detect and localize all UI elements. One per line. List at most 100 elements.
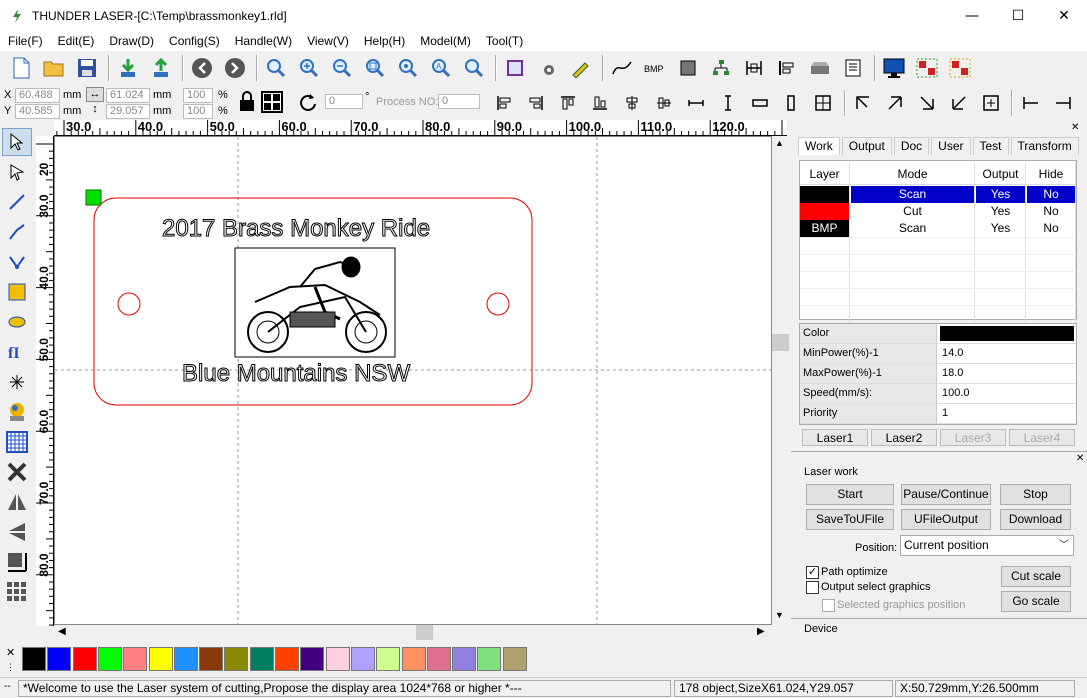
align-size-icon[interactable] — [739, 54, 769, 82]
node-edit-icon[interactable] — [2, 158, 32, 186]
redo-icon[interactable] — [220, 54, 250, 82]
panel-close-icon[interactable]: ✕ — [1071, 122, 1079, 133]
curve-icon[interactable] — [607, 54, 637, 82]
same-size-h-icon[interactable] — [745, 89, 774, 117]
color-swatch[interactable] — [173, 647, 198, 671]
horizontal-scrollbar[interactable]: ◀ ▶ — [54, 625, 772, 640]
corner-bottom-left-icon[interactable] — [944, 89, 973, 117]
property-value[interactable]: 1 — [940, 404, 1076, 423]
scale-x-field[interactable]: 100 — [183, 88, 213, 103]
layer-color-cell[interactable]: BMP — [800, 220, 850, 237]
drawing-canvas[interactable]: 2017 Brass Monkey Ride Blue Mountains NS… — [54, 136, 772, 625]
color-swatch[interactable] — [477, 647, 502, 671]
y-position-field[interactable]: 40.585 — [15, 104, 60, 119]
color-swatch[interactable] — [376, 647, 401, 671]
lock-ratio-icon[interactable] — [236, 90, 258, 114]
color-swatch[interactable] — [224, 647, 249, 671]
mirror-h-icon[interactable] — [2, 488, 32, 516]
laser-head-icon[interactable] — [2, 398, 32, 426]
rotate-angle-field[interactable]: 0 — [325, 94, 363, 109]
scroll-left-icon[interactable]: ◀ — [58, 626, 66, 637]
color-swatch[interactable] — [22, 647, 46, 671]
align-right-icon[interactable] — [522, 89, 551, 117]
grid-position-icon[interactable] — [260, 90, 284, 114]
path-optimize-checkbox[interactable]: ✓ — [806, 566, 819, 579]
width-lock-icon[interactable]: ↔ — [86, 87, 104, 102]
vertical-scrollbar[interactable]: ▲ ▼ — [772, 136, 789, 625]
edit-node-icon[interactable] — [566, 54, 596, 82]
menu-edit[interactable]: Edit(E) — [50, 34, 102, 48]
menu-config[interactable]: Config(S) — [161, 34, 227, 48]
align-vcenter-icon[interactable] — [618, 89, 647, 117]
tab-laser1[interactable]: Laser1 — [802, 429, 868, 446]
ellipse-tool-icon[interactable] — [2, 308, 32, 336]
color-swatch[interactable] — [300, 647, 325, 671]
width-field[interactable]: 61.024 — [106, 88, 150, 103]
export-icon[interactable] — [146, 54, 176, 82]
scroll-right-icon[interactable]: ▶ — [757, 626, 765, 637]
tab-doc[interactable]: Doc — [893, 137, 930, 155]
color-swatch[interactable] — [275, 647, 299, 671]
zoom-icon[interactable] — [459, 54, 489, 82]
align-hcenter-icon[interactable] — [649, 89, 678, 117]
dist-v-icon[interactable] — [1048, 89, 1077, 117]
output-select-checkbox[interactable] — [806, 581, 819, 594]
color-swatch[interactable] — [426, 647, 451, 671]
color-swatch[interactable] — [72, 647, 97, 671]
menu-file[interactable]: File(F) — [0, 34, 50, 48]
layer-output-cell[interactable]: Yes — [976, 186, 1026, 203]
maximize-button[interactable]: ☐ — [995, 0, 1041, 31]
motorcycle-image[interactable] — [234, 247, 396, 358]
center-icon[interactable] — [809, 89, 838, 117]
delete-icon[interactable] — [2, 458, 32, 486]
layer-mode-cell[interactable]: Scan — [851, 186, 975, 203]
zoom-out-icon[interactable] — [327, 54, 357, 82]
monitor-icon[interactable] — [879, 54, 909, 82]
import-icon[interactable] — [113, 54, 143, 82]
layer-color-cell[interactable] — [800, 203, 850, 220]
title-text[interactable]: 2017 Brass Monkey Ride — [161, 215, 430, 243]
align-edge-icon[interactable] — [772, 54, 802, 82]
fill-icon[interactable] — [673, 54, 703, 82]
tab-test[interactable]: Test — [972, 137, 1009, 155]
minimize-button[interactable]: — — [949, 0, 995, 31]
menu-handle[interactable]: Handle(W) — [227, 34, 299, 48]
laser-machine-icon[interactable] — [805, 54, 835, 82]
scroll-down-icon[interactable]: ▼ — [775, 610, 784, 620]
dist-h-icon[interactable] — [1016, 89, 1045, 117]
property-value[interactable]: 18.0 — [940, 364, 1076, 383]
palette-close-icon[interactable]: ✕ — [6, 646, 15, 659]
corner-top-left-icon[interactable] — [849, 89, 878, 117]
color-swatch[interactable] — [401, 647, 426, 671]
text-tool-icon[interactable]: fI — [2, 338, 32, 366]
close-button[interactable]: ✕ — [1041, 0, 1087, 31]
zoom-all-icon[interactable] — [393, 54, 423, 82]
ufile-output-button[interactable]: UFileOutput — [901, 509, 991, 530]
menu-help[interactable]: Help(H) — [356, 34, 412, 48]
layer-output-cell[interactable]: Yes — [976, 220, 1026, 237]
property-value[interactable] — [940, 326, 1074, 341]
polyline-tool-icon[interactable] — [2, 218, 32, 246]
save-to-ufile-button[interactable]: SaveToUFile — [806, 509, 894, 530]
color-swatch[interactable] — [452, 647, 477, 671]
color-swatch[interactable] — [249, 647, 274, 671]
go-scale-button[interactable]: Go scale — [1001, 591, 1071, 612]
scroll-thumb[interactable] — [772, 334, 789, 351]
camera-icon[interactable] — [533, 54, 563, 82]
align-bottom-icon[interactable] — [586, 89, 615, 117]
array-alt-icon[interactable] — [945, 54, 975, 82]
color-swatch[interactable] — [47, 647, 72, 671]
corner-bottom-right-icon[interactable] — [913, 89, 942, 117]
corner-top-right-icon[interactable] — [881, 89, 910, 117]
color-swatch[interactable] — [502, 647, 527, 671]
tab-transform[interactable]: Transform — [1010, 137, 1079, 155]
menu-view[interactable]: View(V) — [299, 34, 356, 48]
height-field[interactable]: 29.057 — [106, 104, 150, 119]
right-hole[interactable] — [486, 292, 510, 316]
color-swatch[interactable] — [123, 647, 148, 671]
layer-mode-cell[interactable]: Scan — [851, 220, 975, 237]
array-copy-icon[interactable] — [2, 578, 32, 606]
curve-tool-icon[interactable] — [2, 248, 32, 276]
scroll-up-icon[interactable]: ▲ — [775, 138, 784, 148]
align-left-icon[interactable] — [490, 89, 519, 117]
